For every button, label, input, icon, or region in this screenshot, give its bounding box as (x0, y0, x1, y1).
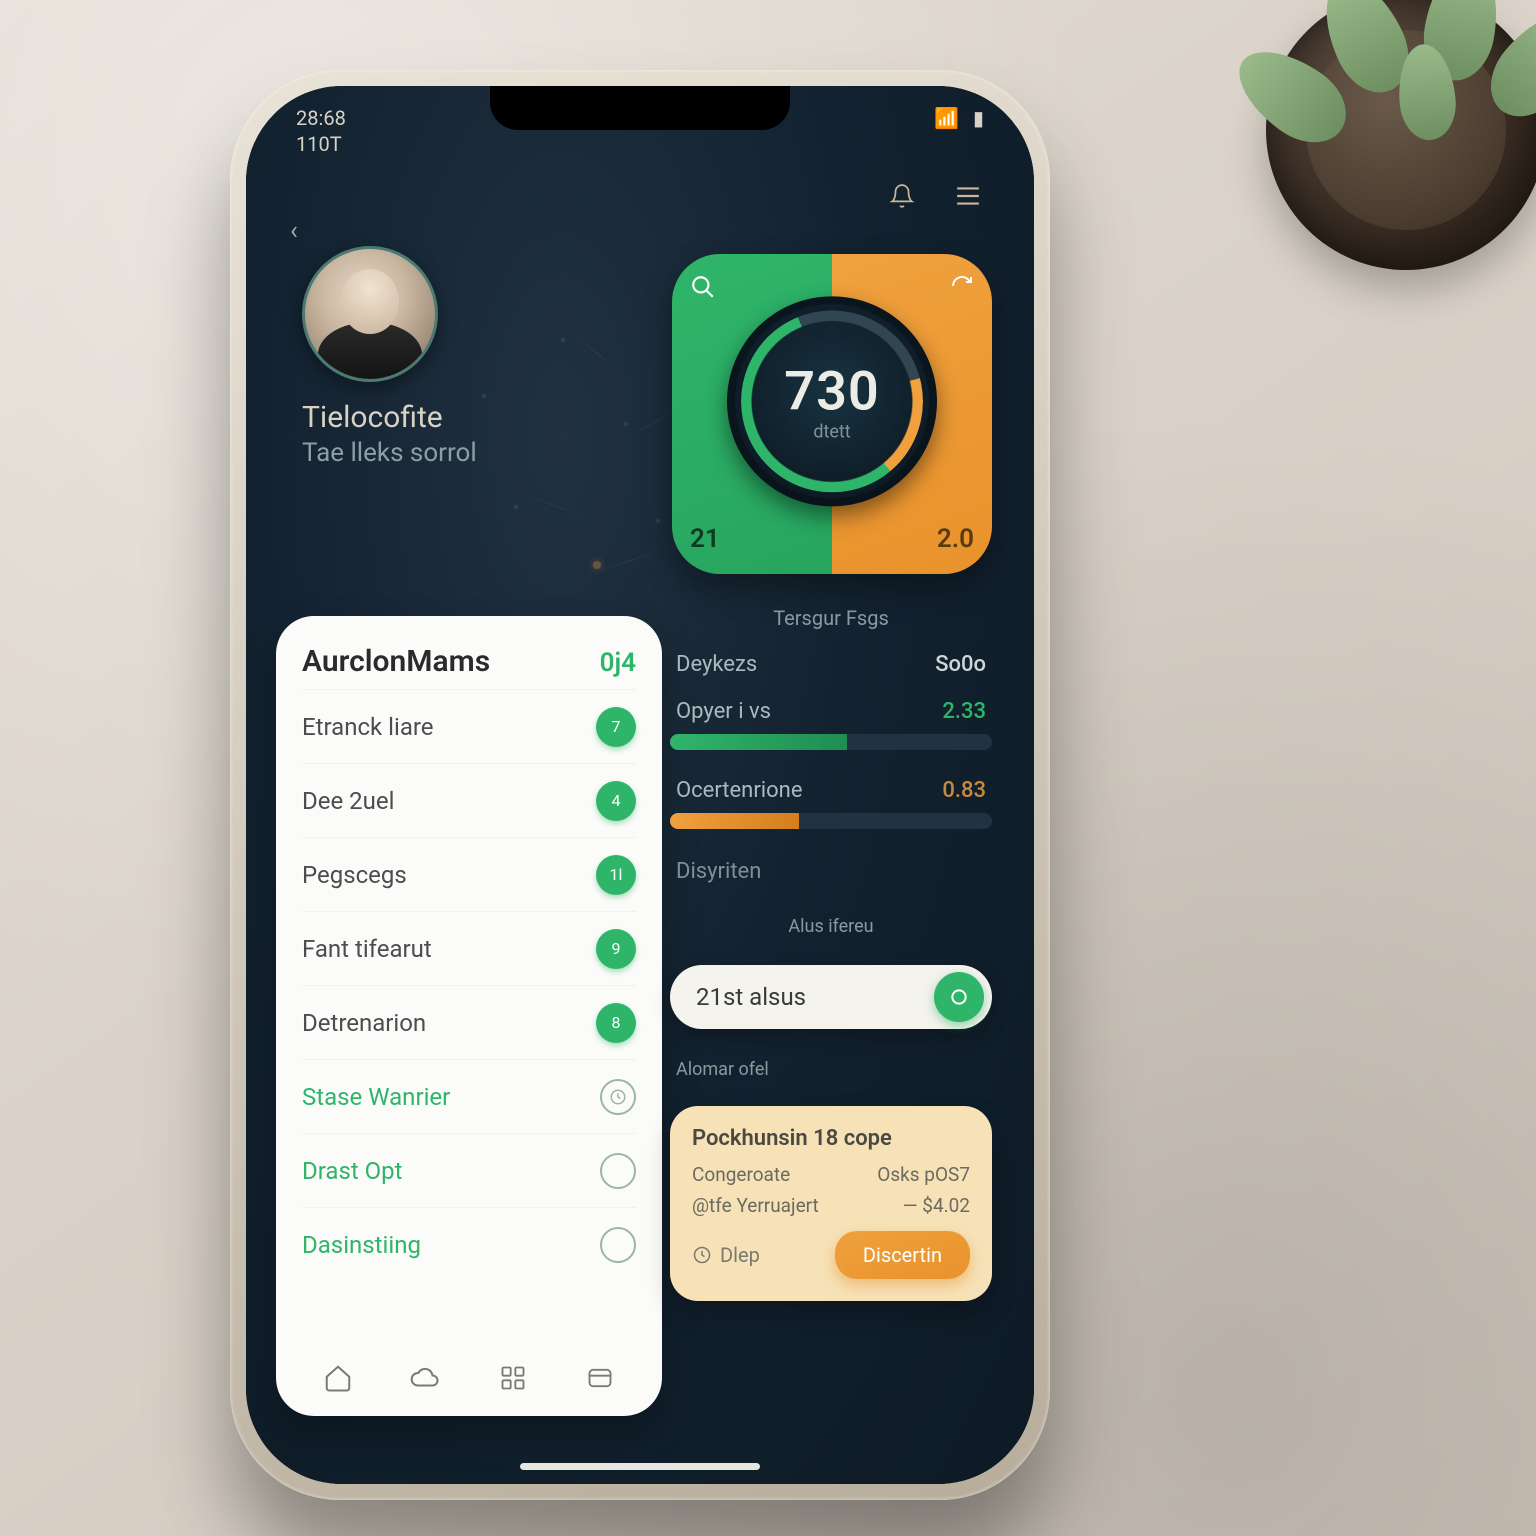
refresh-icon[interactable] (950, 274, 974, 298)
list-item[interactable]: Dasinstiing (302, 1207, 636, 1281)
list-item-label: Pegscegs (302, 861, 407, 889)
list-item-label: Dasinstiing (302, 1231, 421, 1259)
stat-label: Deykezs (676, 652, 757, 677)
list-item[interactable]: Stase Wanrier (302, 1059, 636, 1133)
tab-bar (276, 1354, 662, 1402)
back-button[interactable]: ‹ (290, 216, 298, 246)
secondary-button[interactable]: Dlep (692, 1243, 760, 1267)
tab-grid[interactable] (489, 1354, 537, 1402)
tab-home[interactable] (314, 1354, 362, 1402)
list-item-label: Fant tifearut (302, 935, 432, 963)
go-icon[interactable] (934, 972, 984, 1022)
gauge-left-value: 21 (690, 524, 814, 554)
menu-icon[interactable] (948, 176, 988, 216)
stat-row: Deykezs So0o (670, 648, 992, 681)
summary-row: @tfe Yerruajert — $4.02 (692, 1194, 970, 1217)
button-label: Dlep (720, 1243, 760, 1267)
list-item-label: Etranck liare (302, 713, 434, 741)
summary-title: Pockhunsin 18 cope (692, 1126, 970, 1151)
stat-value: So0o (935, 652, 986, 677)
list-badge: 0j4 (600, 648, 636, 678)
gauge-dial: 730 dtett (727, 296, 937, 506)
stats-column: Tersgur Fsgs Deykezs So0o Opyer i vs 2.3… (670, 606, 992, 1301)
summary-label: Congeroate (692, 1163, 790, 1186)
battery-icon: ▮ (973, 106, 984, 130)
count-chip: 8 (596, 1003, 636, 1043)
summary-value: Osks pOS7 (877, 1163, 970, 1186)
notifications-icon[interactable] (882, 176, 922, 216)
notch (490, 86, 790, 130)
search-icon[interactable] (690, 274, 814, 300)
summary-card: Pockhunsin 18 cope Congeroate Osks pOS7 … (670, 1106, 992, 1301)
clock-icon (600, 1079, 636, 1115)
list-item[interactable]: Detrenarion 8 (302, 985, 636, 1059)
progress-bar (670, 734, 992, 750)
list-item-label: Dee 2uel (302, 787, 394, 815)
pill-label: 21st alsus (696, 983, 806, 1011)
list-title: AurclonMams (302, 644, 490, 679)
gauge-right-value: 2.0 (850, 524, 974, 554)
stat-label: Opyer i vs (676, 699, 771, 724)
status-line2: 110T (296, 132, 346, 156)
list-item[interactable]: Pegscegs 1l (302, 837, 636, 911)
list-card: AurclonMams 0j4 Etranck liare 7 Dee 2uel… (276, 616, 662, 1416)
app-screen: 28:68 110T 📶 ▮ (246, 86, 1034, 1484)
list-item[interactable]: Drast Opt (302, 1133, 636, 1207)
pill-heading: Alus ifereu (676, 916, 986, 937)
list-item-label: Drast Opt (302, 1157, 403, 1185)
stat-label: Disyriten (676, 859, 986, 884)
stat-row: Ocertenrione 0.83 (670, 774, 992, 807)
tab-card[interactable] (576, 1354, 624, 1402)
list-item-label: Detrenarion (302, 1009, 426, 1037)
status-time: 28:68 (296, 106, 346, 130)
button-label: Discertin (863, 1243, 942, 1267)
radio-icon (600, 1227, 636, 1263)
home-indicator[interactable] (520, 1463, 760, 1470)
summary-label: @tfe Yerruajert (692, 1194, 819, 1217)
stat-label: Ocertenrione (676, 778, 803, 803)
gauge-widget[interactable]: 21 2.0 730 dtett (672, 254, 992, 574)
progress-bar (670, 813, 992, 829)
signal-icon: 📶 (934, 106, 959, 130)
summary-value: — $4.02 (903, 1194, 970, 1217)
gauge-unit: dtett (813, 421, 850, 442)
gauge-value: 730 (784, 360, 880, 423)
count-chip: 4 (596, 781, 636, 821)
summary-row: Congeroate Osks pOS7 (692, 1163, 970, 1186)
stat-value: 0.83 (942, 778, 986, 803)
section-label: Alomar ofel (676, 1059, 986, 1080)
stat-row: Opyer i vs 2.33 (670, 695, 992, 728)
list-item[interactable]: Etranck liare 7 (302, 689, 636, 763)
phone-frame: 28:68 110T 📶 ▮ (230, 70, 1050, 1500)
radio-icon (600, 1153, 636, 1189)
profile-name: Tielocofite (302, 400, 477, 436)
count-chip: 1l (596, 855, 636, 895)
count-chip: 9 (596, 929, 636, 969)
list-item[interactable]: Fant tifearut 9 (302, 911, 636, 985)
decor-plant (1216, 0, 1536, 320)
count-chip: 7 (596, 707, 636, 747)
stat-value: 2.33 (942, 699, 986, 724)
profile-subtitle: Tae lleks sorrol (302, 438, 477, 468)
list-item[interactable]: Dee 2uel 4 (302, 763, 636, 837)
action-pill[interactable]: 21st alsus (670, 965, 992, 1029)
stats-heading: Tersgur Fsgs (670, 606, 992, 630)
avatar[interactable] (302, 246, 438, 382)
tab-cloud[interactable] (401, 1354, 449, 1402)
list-item-label: Stase Wanrier (302, 1083, 450, 1111)
primary-button[interactable]: Discertin (835, 1231, 970, 1279)
